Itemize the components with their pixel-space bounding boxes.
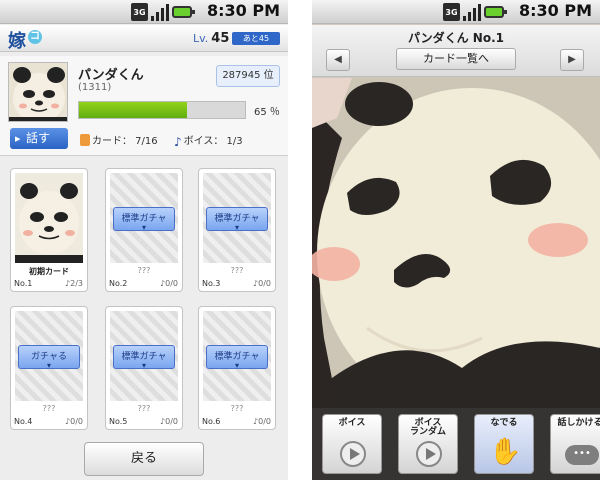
affection-progress-bar xyxy=(78,101,246,119)
card-icon xyxy=(80,134,90,146)
app-logo: 嫁コ xyxy=(8,30,42,52)
gacha-button[interactable]: 標準ガチャ xyxy=(113,345,175,377)
pet-button[interactable]: なでる ✋ xyxy=(474,414,534,474)
card-thumbnail xyxy=(15,173,83,263)
card-thumbnail-placeholder: 標準ガチャ xyxy=(110,173,178,263)
card-list-screen: 3G 8:30 PM 嫁コ Lv. 45 あと45 パンダくん (1311) 2… xyxy=(0,0,288,480)
card-item[interactable]: 初期カード No.1 ♪2/3 xyxy=(10,168,88,292)
action-bar: ボイス ボイス ランダム なでる ✋ 話しかける ••• xyxy=(312,408,600,480)
card-number: No.4 xyxy=(14,417,33,426)
card-item[interactable]: 標準ガチャ ??? No.2 ♪0/0 xyxy=(105,168,183,292)
status-time: 8:30 PM xyxy=(518,1,592,20)
status-time: 8:30 PM xyxy=(206,1,280,20)
card-thumbnail-placeholder: 標準ガチャ xyxy=(203,311,271,401)
gacha-button[interactable]: ガチャる xyxy=(18,345,80,377)
card-count: カード： 7/16 xyxy=(80,132,158,147)
card-item[interactable]: 標準ガチャ ??? No.6 ♪0/0 xyxy=(198,306,276,430)
card-voice-count: ♪0/0 xyxy=(253,417,271,426)
profile-panel: パンダくん (1311) 287945 位 65 ％ 話す カード： 7/16 … xyxy=(0,56,288,156)
next-card-button[interactable]: ▶ xyxy=(560,49,584,71)
status-bar: 3G 8:30 PM xyxy=(312,0,600,24)
card-detail-screen: 3G 8:30 PM パンダくん No.1 ◀ カード一覧へ ▶ ボイス ボイス… xyxy=(312,0,600,480)
card-voice-count: ♪0/0 xyxy=(160,417,178,426)
signal-icon xyxy=(151,3,169,21)
gacha-button[interactable]: 標準ガチャ xyxy=(206,207,268,239)
network-3g-icon: 3G xyxy=(131,3,148,21)
card-detail-header: パンダくん No.1 ◀ カード一覧へ ▶ xyxy=(312,25,600,77)
card-thumbnail-placeholder: ガチャる xyxy=(15,311,83,401)
level-indicator: Lv. 45 xyxy=(193,31,230,46)
card-number: No.1 xyxy=(14,279,33,288)
gacha-button[interactable]: 標準ガチャ xyxy=(113,207,175,239)
random-voice-button[interactable]: ボイス ランダム xyxy=(398,414,458,474)
card-number: No.3 xyxy=(202,279,221,288)
panda-avatar-icon xyxy=(9,63,67,121)
voice-count: ♪ ボイス： 1/3 xyxy=(174,135,243,149)
talk-button[interactable]: 話す xyxy=(10,128,68,149)
card-detail-title: パンダくん No.1 xyxy=(408,31,504,45)
back-button[interactable]: 戻る xyxy=(84,442,204,476)
battery-icon xyxy=(172,6,195,18)
voice-button[interactable]: ボイス xyxy=(322,414,382,474)
card-thumbnail-placeholder: 標準ガチャ xyxy=(110,311,178,401)
level-remaining-badge: あと45 xyxy=(232,32,280,45)
hand-icon: ✋ xyxy=(489,437,522,467)
card-title: ??? xyxy=(230,404,244,413)
card-title: ??? xyxy=(230,266,244,275)
card-thumbnail-placeholder: 標準ガチャ xyxy=(203,173,271,263)
card-item[interactable]: ガチャる ??? No.4 ♪0/0 xyxy=(10,306,88,430)
play-icon xyxy=(416,441,442,467)
status-bar: 3G 8:30 PM xyxy=(0,0,288,24)
card-title: ??? xyxy=(137,266,151,275)
panda-card-image xyxy=(15,173,83,263)
card-voice-count: ♪0/0 xyxy=(253,279,271,288)
speech-bubble-icon: ••• xyxy=(565,445,599,465)
card-title: 初期カード xyxy=(29,267,69,276)
prev-card-button[interactable]: ◀ xyxy=(326,49,350,71)
talk-to-button[interactable]: 話しかける ••• xyxy=(550,414,600,474)
card-number: No.6 xyxy=(202,417,221,426)
gacha-button[interactable]: 標準ガチャ xyxy=(206,345,268,377)
profile-id: (1311) xyxy=(78,82,112,93)
card-title: ??? xyxy=(42,404,56,413)
affection-progress-label: 65 ％ xyxy=(254,107,280,118)
battery-icon xyxy=(484,6,507,18)
play-icon xyxy=(340,441,366,467)
network-3g-icon: 3G xyxy=(443,3,460,21)
card-list-button[interactable]: カード一覧へ xyxy=(396,48,516,70)
avatar xyxy=(8,62,68,122)
signal-icon xyxy=(463,3,481,21)
card-item[interactable]: 標準ガチャ ??? No.3 ♪0/0 xyxy=(198,168,276,292)
rank-badge: 287945 位 xyxy=(216,65,280,87)
card-voice-count: ♪2/3 xyxy=(65,279,83,288)
affection-progress-fill xyxy=(79,102,187,118)
music-note-icon: ♪ xyxy=(174,135,182,149)
card-voice-count: ♪0/0 xyxy=(160,279,178,288)
card-number: No.2 xyxy=(109,279,128,288)
card-number: No.5 xyxy=(109,417,128,426)
app-header: 嫁コ Lv. 45 あと45 xyxy=(0,25,288,52)
card-item[interactable]: 標準ガチャ ??? No.5 ♪0/0 xyxy=(105,306,183,430)
card-voice-count: ♪0/0 xyxy=(65,417,83,426)
profile-name: パンダくん xyxy=(78,68,144,83)
card-title: ??? xyxy=(137,404,151,413)
